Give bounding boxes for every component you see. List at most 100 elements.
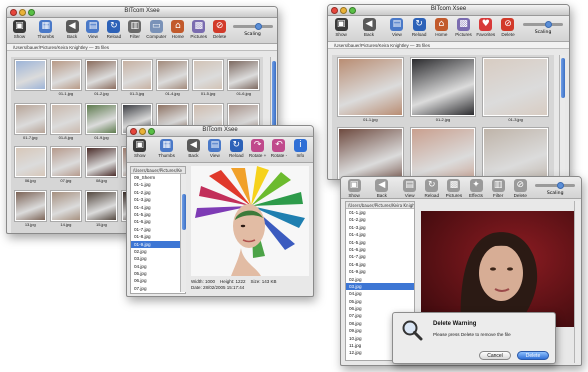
scaling-control[interactable]: Scaling	[532, 179, 578, 196]
file-list-item[interactable]: 02.jpg	[346, 276, 414, 283]
thumbnail[interactable]: 07.jpg	[50, 147, 82, 187]
file-list-item[interactable]: 04.jpg	[346, 290, 414, 297]
file-list-item[interactable]: 05.jpg	[131, 270, 185, 277]
toolbar-effects-button[interactable]: ✦ Effects	[466, 179, 486, 198]
thumbnail[interactable]: 01-5.jpg	[192, 60, 224, 100]
toolbar-back-button[interactable]: ◀ Back	[184, 139, 203, 158]
thumbnail[interactable]: 06.jpg	[15, 147, 46, 187]
toolbar-pictures-button[interactable]: ▩ Pictures	[189, 20, 208, 39]
file-list-item[interactable]: 01-1.jpg	[131, 181, 185, 188]
thumbnail[interactable]: 01-4.jpg	[338, 128, 403, 179]
thumbnail[interactable]: 01-6.jpg	[228, 60, 259, 100]
file-list-item[interactable]: 09_Sherm	[131, 174, 185, 181]
delete-confirm-button[interactable]: Delete	[517, 351, 549, 360]
toolbar-back-button[interactable]: ◀ Back	[372, 179, 392, 198]
toolbar-view-button[interactable]: ▤ View	[84, 20, 103, 39]
toolbar-pictures-button[interactable]: ▩ Pictures	[444, 179, 464, 198]
thumbnail[interactable]: 13.jpg	[15, 190, 46, 231]
toolbar-thumbs-button[interactable]: ▦ Thumbs	[36, 20, 55, 39]
thumbnail[interactable]	[15, 60, 46, 100]
toolbar-back-button[interactable]: ◀ Back	[63, 20, 82, 39]
file-list-item[interactable]: 07.jpg	[131, 285, 185, 292]
toolbar-back-button[interactable]: ◀ Back	[359, 18, 379, 37]
thumbnail[interactable]: 01-7.jpg	[15, 103, 46, 144]
file-list-item[interactable]: 05.jpg	[346, 298, 414, 305]
file-list-item[interactable]: 01-7.jpg	[346, 253, 414, 260]
file-list-item[interactable]: 02.jpg	[131, 248, 185, 255]
file-list-item[interactable]: 01-9.jpg	[346, 268, 414, 275]
toolbar-pictures-button[interactable]: ▩ Pictures	[453, 18, 473, 37]
scaling-slider[interactable]	[232, 23, 273, 30]
toolbar-delete-button[interactable]: ⊘ Delete	[210, 20, 229, 39]
file-list-scrollbar[interactable]	[180, 174, 186, 292]
toolbar-show-button[interactable]: ▣ Show	[130, 139, 149, 158]
scaling-control[interactable]: Scaling	[520, 18, 566, 35]
thumbnail[interactable]: 01-1.jpg	[50, 60, 82, 100]
toolbar-home-button[interactable]: ⌂ Home	[431, 18, 451, 37]
file-list-item[interactable]: 03.jpg	[346, 282, 414, 291]
toolbar-show-button[interactable]: ▣ Show	[344, 179, 364, 198]
toolbar-home-button[interactable]: ⌂ Home	[168, 20, 187, 39]
cancel-button[interactable]: Cancel	[479, 351, 511, 360]
thumbnail[interactable]: 01-6.jpg	[483, 128, 548, 179]
scaling-control[interactable]: Scaling	[231, 20, 274, 37]
toolbar-thumbs-button[interactable]: ▦ Thumbs	[157, 139, 176, 158]
file-list-item[interactable]: 01-8.jpg	[131, 233, 185, 240]
file-list-item[interactable]: 01-7.jpg	[131, 226, 185, 233]
toolbar-filter-button[interactable]: ▥ Filter	[125, 20, 144, 39]
file-list-item[interactable]: 01-6.jpg	[131, 218, 185, 225]
thumbnail[interactable]: 01-5.jpg	[410, 128, 476, 179]
toolbar-delete-button[interactable]: ⊘ Delete	[498, 18, 518, 37]
toolbar-view-button[interactable]: ▤ View	[205, 139, 224, 158]
toolbar-delete-button[interactable]: ⊘ Delete	[510, 179, 530, 198]
file-list-item[interactable]: 01-2.jpg	[346, 216, 414, 223]
toolbar-rotate-button[interactable]: ↷ Rotate +	[248, 139, 267, 158]
thumbnail[interactable]: 01-1.jpg	[338, 58, 403, 122]
toolbar-view-button[interactable]: ▤ View	[387, 18, 407, 37]
file-list-item[interactable]: 08.jpg	[131, 292, 185, 293]
file-list-item[interactable]: 01-4.jpg	[346, 231, 414, 238]
vertical-scrollbar[interactable]	[574, 201, 580, 363]
toolbar-reload-button[interactable]: ↻ Reload	[422, 179, 442, 198]
vertical-scrollbar[interactable]	[559, 55, 565, 177]
thumbnail[interactable]: 15.jpg	[86, 190, 117, 231]
scaling-slider[interactable]	[535, 182, 576, 189]
file-list-item[interactable]: 01-2.jpg	[131, 189, 185, 196]
toolbar-info-button[interactable]: i Info	[291, 139, 310, 158]
slider-knob[interactable]	[254, 23, 262, 30]
file-list-item[interactable]: 01-5.jpg	[131, 211, 185, 218]
file-list-item[interactable]: 01-8.jpg	[346, 261, 414, 268]
thumbnail[interactable]: 01-3.jpg	[483, 58, 548, 122]
toolbar-reload-button[interactable]: ↻ Reload	[227, 139, 246, 158]
file-list-item[interactable]: 01-3.jpg	[131, 196, 185, 203]
scaling-slider[interactable]	[523, 21, 564, 28]
browser-titlebar[interactable]: BITcom Xsee	[7, 7, 277, 18]
file-list-item[interactable]: 01-4.jpg	[131, 204, 185, 211]
thumbnail[interactable]: 14.jpg	[50, 190, 82, 231]
thumbnail[interactable]: 01-3.jpg	[121, 60, 153, 100]
scrollbar-thumb[interactable]	[272, 61, 276, 131]
slider-knob[interactable]	[557, 182, 565, 189]
thumbnail[interactable]: 01-9.jpg	[86, 103, 117, 144]
grid-titlebar[interactable]: BITcom Xsee	[328, 5, 569, 16]
file-list-item[interactable]: 01-9.jpg	[131, 240, 185, 248]
thumbnail[interactable]: 01-2.jpg	[410, 58, 476, 122]
thumbnail[interactable]: 01-2.jpg	[86, 60, 117, 100]
toolbar-computer-button[interactable]: ▭ Computer	[146, 20, 166, 39]
toolbar-show-button[interactable]: ▣ Show	[331, 18, 351, 37]
viewer-titlebar[interactable]: BITcom Xsee	[127, 126, 313, 137]
toolbar-favorites-button[interactable]: ♥ Favorites	[476, 18, 496, 37]
file-list-item[interactable]: 01-1.jpg	[346, 209, 414, 216]
file-list-item[interactable]: 03.jpg	[131, 255, 185, 262]
thumbnail[interactable]: 08.jpg	[86, 147, 117, 187]
slider-knob[interactable]	[545, 21, 553, 28]
scrollbar-thumb[interactable]	[561, 58, 565, 98]
toolbar-view-button[interactable]: ▤ View	[400, 179, 420, 198]
thumbnail[interactable]: 01-4.jpg	[157, 60, 188, 100]
toolbar-show-button[interactable]: ▣ Show	[10, 20, 29, 39]
file-list-item[interactable]: 06.jpg	[131, 277, 185, 284]
toolbar-reload-button[interactable]: ↻ Reload	[409, 18, 429, 37]
scrollbar-thumb[interactable]	[182, 194, 186, 230]
file-list-item[interactable]: 01-6.jpg	[346, 246, 414, 253]
toolbar-rotate-button[interactable]: ↶ Rotate -	[269, 139, 288, 158]
